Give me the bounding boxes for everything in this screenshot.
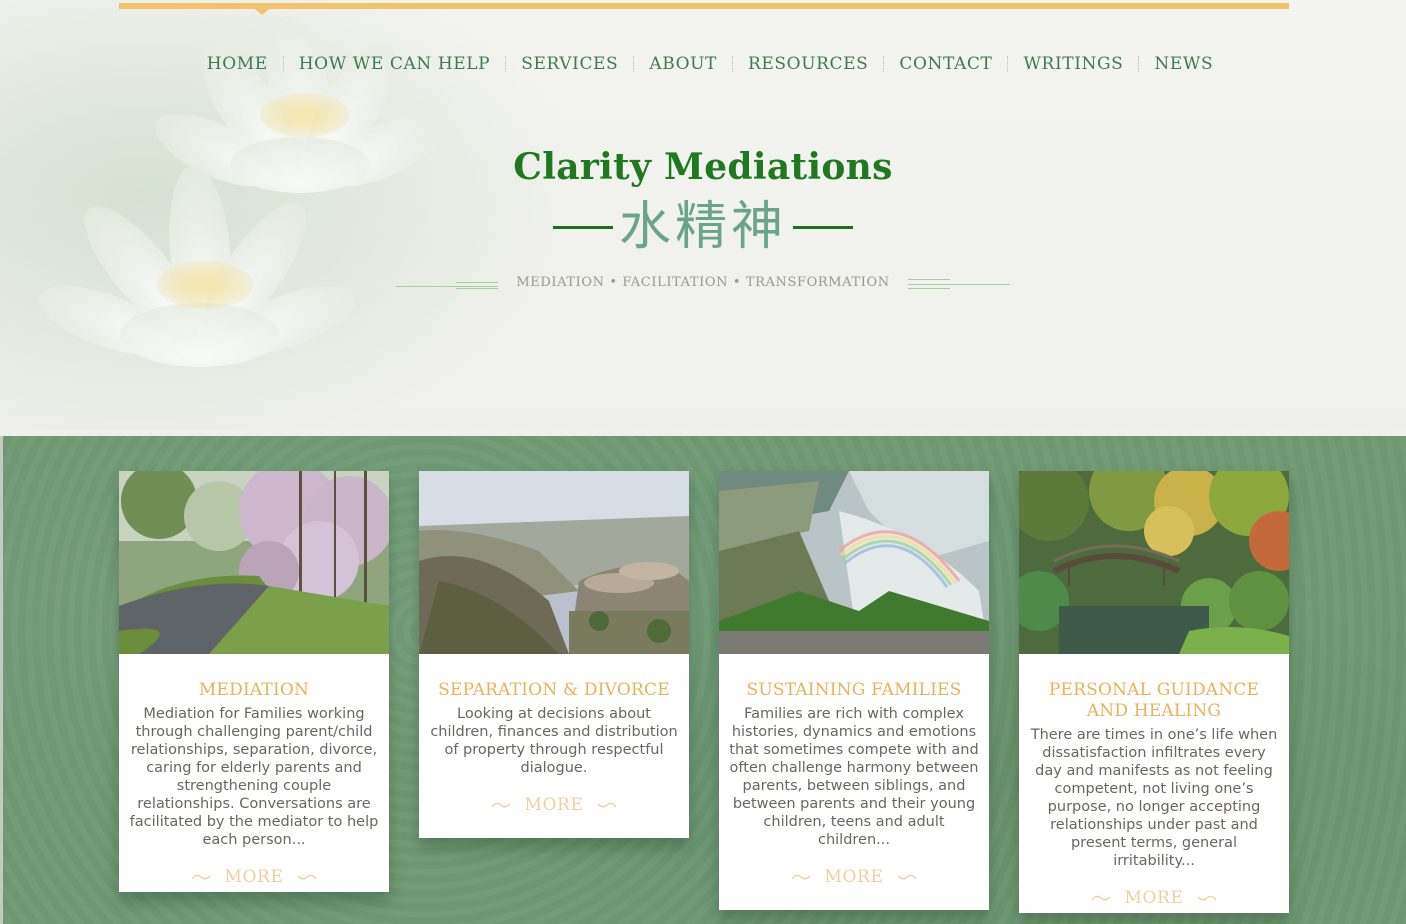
swirl-ornament-left-icon xyxy=(190,874,210,880)
swirl-ornament-right-icon xyxy=(898,874,918,880)
service-card-sustaining-families: SUSTAINING FAMILIES Families are rich wi… xyxy=(719,471,989,910)
swirl-ornament-right-icon xyxy=(1198,895,1218,901)
card-description: Mediation for Families working through c… xyxy=(129,706,379,848)
waterfall-rainbow-photo[interactable] xyxy=(719,471,989,654)
service-card-personal-guidance: PERSONAL GUIDANCE AND HEALING There are … xyxy=(1019,471,1289,913)
service-card-separation-divorce: SEPARATION & DIVORCE Looking at decision… xyxy=(419,471,689,838)
card-body: SUSTAINING FAMILIES Families are rich wi… xyxy=(719,680,989,887)
card-description: There are times in one’s life when dissa… xyxy=(1030,727,1278,869)
more-link-label[interactable]: MORE xyxy=(1125,888,1184,908)
tagline-ornament-left xyxy=(396,275,499,289)
card-description: Families are rich with complex histories… xyxy=(729,706,979,848)
nav-item-home[interactable]: HOME xyxy=(192,54,283,74)
card-title[interactable]: SEPARATION & DIVORCE xyxy=(429,680,679,701)
hero-header: HOME HOW WE CAN HELP SERVICES ABOUT RESO… xyxy=(0,0,1406,436)
card-title[interactable]: MEDIATION xyxy=(129,680,379,701)
brand-cjk-row: 水精神 xyxy=(0,192,1406,262)
main-nav: HOME HOW WE CAN HELP SERVICES ABOUT RESO… xyxy=(207,50,1213,78)
swirl-ornament-left-icon xyxy=(790,874,810,880)
more-link-label[interactable]: MORE xyxy=(525,795,584,815)
nav-item-how-we-can-help[interactable]: HOW WE CAN HELP xyxy=(284,54,505,74)
card-body: MEDIATION Mediation for Families working… xyxy=(119,680,389,887)
card-body: PERSONAL GUIDANCE AND HEALING There are … xyxy=(1019,680,1289,908)
more-link[interactable]: MORE xyxy=(1029,888,1279,908)
nav-item-about[interactable]: ABOUT xyxy=(634,54,732,74)
nav-item-contact[interactable]: CONTACT xyxy=(884,54,1007,74)
tagline-row: MEDIATION • FACILITATION • TRANSFORMATIO… xyxy=(0,270,1406,294)
mountain-vista-photo[interactable] xyxy=(419,471,689,654)
top-accent-bar xyxy=(119,3,1289,9)
cjk-rule-right xyxy=(793,225,853,229)
card-title[interactable]: PERSONAL GUIDANCE AND HEALING xyxy=(1029,680,1279,722)
nav-item-writings[interactable]: WRITINGS xyxy=(1008,54,1138,74)
more-link[interactable]: MORE xyxy=(429,795,679,815)
active-nav-indicator xyxy=(255,9,269,15)
scalloped-divider xyxy=(0,430,1406,440)
swirl-ornament-right-icon xyxy=(298,874,318,880)
swirl-ornament-left-icon xyxy=(1090,895,1110,901)
nav-item-services[interactable]: SERVICES xyxy=(506,54,633,74)
more-link[interactable]: MORE xyxy=(729,867,979,887)
swirl-ornament-left-icon xyxy=(490,802,510,808)
service-card-mediation: MEDIATION Mediation for Families working… xyxy=(119,471,389,892)
tagline-ornament-right xyxy=(907,275,1010,289)
site-title[interactable]: Clarity Mediations xyxy=(0,146,1406,188)
card-description: Looking at decisions about children, fin… xyxy=(430,706,678,776)
japanese-garden-photo[interactable] xyxy=(1019,471,1289,654)
garden-path-photo[interactable] xyxy=(119,471,389,654)
swirl-ornament-right-icon xyxy=(598,802,618,808)
card-title[interactable]: SUSTAINING FAMILIES xyxy=(729,680,979,701)
nav-item-resources[interactable]: RESOURCES xyxy=(733,54,883,74)
more-link-label[interactable]: MORE xyxy=(825,867,884,887)
tagline: MEDIATION • FACILITATION • TRANSFORMATIO… xyxy=(516,274,890,290)
cjk-rule-left xyxy=(552,225,613,229)
more-link-label[interactable]: MORE xyxy=(225,867,284,887)
card-body: SEPARATION & DIVORCE Looking at decision… xyxy=(419,680,689,815)
brand-cjk-text: 水精神 xyxy=(618,197,787,257)
nav-item-news[interactable]: NEWS xyxy=(1139,54,1228,74)
more-link[interactable]: MORE xyxy=(129,867,379,887)
